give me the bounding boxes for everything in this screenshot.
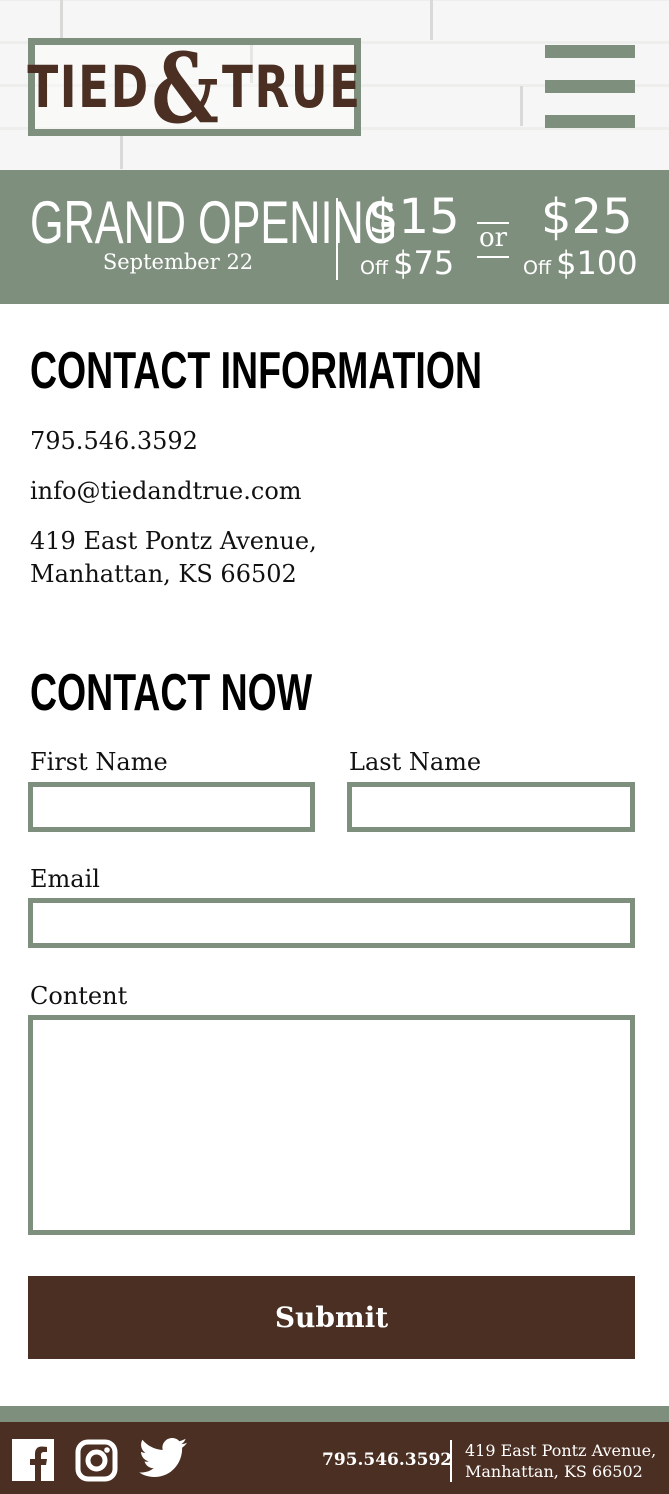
brick-joint (430, 0, 433, 40)
hamburger-menu-icon[interactable] (545, 45, 635, 129)
contact-address-line1: 419 East Pontz Avenue, (30, 527, 317, 555)
brick-joint (60, 0, 63, 40)
footer-accent-bar (0, 1406, 669, 1422)
deal-off-label: Off (360, 257, 389, 279)
deal-min-amount: $75 (393, 244, 455, 282)
contact-phone[interactable]: 795.546.3592 (30, 425, 198, 458)
email-input[interactable] (28, 898, 635, 948)
contact-info-heading: CONTACT INFORMATION (30, 342, 482, 400)
or-text: or (478, 223, 508, 253)
instagram-icon[interactable] (75, 1439, 118, 1482)
promo-date: September 22 (102, 250, 254, 274)
deal-15-min: Off $75 (360, 244, 454, 282)
menu-bar (545, 45, 635, 58)
deal-15: $15 (368, 190, 460, 244)
content-textarea[interactable] (28, 1015, 635, 1235)
footer-phone[interactable]: 795.546.3592 (322, 1450, 452, 1470)
first-name-input[interactable] (28, 782, 315, 832)
deal-or: or (477, 218, 509, 260)
contact-address-line2: Manhattan, KS 66502 (30, 560, 297, 588)
contact-email[interactable]: info@tiedandtrue.com (30, 475, 302, 508)
or-rule (477, 256, 509, 258)
logo-text-true: TRUE (222, 53, 362, 121)
submit-button[interactable]: Submit (28, 1276, 635, 1359)
site-header: TIED & TRUE (0, 0, 669, 170)
deal-off-label: Off (523, 257, 552, 279)
logo-text-tied: TIED (27, 53, 150, 121)
last-name-label: Last Name (349, 748, 482, 776)
email-label: Email (30, 865, 100, 893)
content-label: Content (30, 982, 128, 1010)
facebook-icon[interactable] (12, 1439, 54, 1481)
deal-amount: $15 (368, 189, 460, 245)
promo-title: GRAND OPENING (30, 189, 398, 256)
footer-address-line1: 419 East Pontz Avenue, (465, 1441, 657, 1460)
footer-divider (450, 1440, 452, 1482)
footer-address: 419 East Pontz Avenue, Manhattan, KS 665… (465, 1440, 656, 1482)
promo-banner: GRAND OPENING September 22 $15 Off $75 o… (0, 170, 669, 304)
logo-wordmark: TIED & TRUE (27, 41, 360, 137)
deal-amount: $25 (541, 189, 633, 245)
deal-min-amount: $100 (556, 244, 638, 282)
logo-ampersand: & (151, 32, 221, 145)
first-name-label: First Name (30, 748, 168, 776)
deal-25-min: Off $100 (523, 244, 638, 282)
deal-25: $25 (541, 190, 633, 244)
promo-divider (336, 198, 338, 280)
site-logo[interactable]: TIED & TRUE (27, 38, 361, 137)
footer-address-line2: Manhattan, KS 66502 (465, 1462, 643, 1481)
last-name-input[interactable] (347, 782, 635, 832)
contact-now-heading: CONTACT NOW (30, 664, 313, 722)
brick-joint (520, 86, 523, 126)
twitter-icon[interactable] (139, 1438, 187, 1478)
menu-bar (545, 115, 635, 128)
site-footer: 795.546.3592 419 East Pontz Avenue, Manh… (0, 1422, 669, 1494)
menu-bar (545, 80, 635, 93)
